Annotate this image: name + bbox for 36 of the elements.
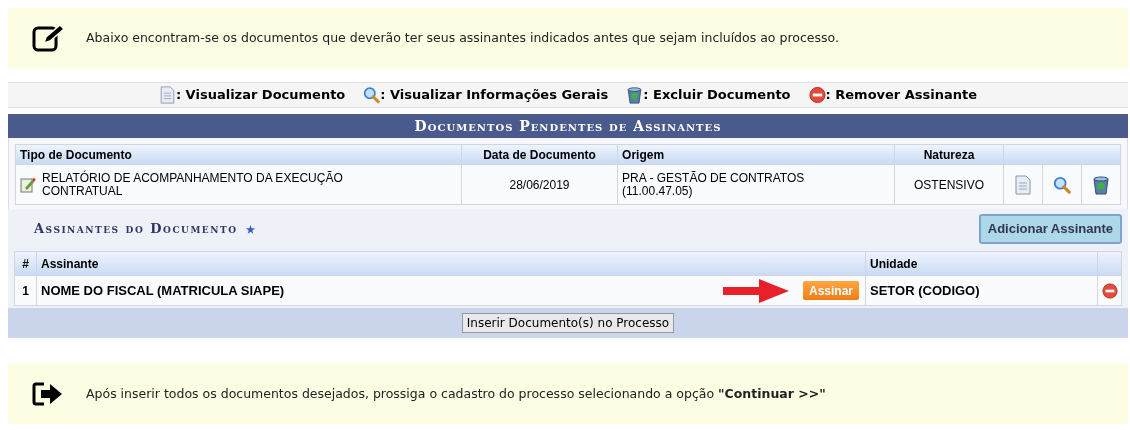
column-header: Unidade [865, 251, 1098, 276]
section-title: Documentos Pendentes de Assinantes [414, 116, 722, 136]
add-signer-button[interactable]: Adicionar Assinante [978, 214, 1122, 244]
notice-text: Após inserir todos os documentos desejados, prossiga o cadastro do processo selecionando a opção "Continuar >>" [86, 384, 826, 403]
trash-icon[interactable] [1091, 174, 1110, 195]
subsection-title: Assinantes do Documento [34, 220, 238, 239]
table-cell-text: RELATÓRIO DE ACOMPANHAMENTO DA EXECUÇÃO CONTRATUAL [42, 171, 344, 198]
row-number: 1 [22, 283, 29, 298]
column-header: Origem [617, 144, 895, 165]
arrow-icon [720, 277, 791, 304]
document-edit-icon [20, 176, 36, 193]
column-header: Data de Documento [461, 144, 618, 165]
notice-text: Abaixo encontram-se os documentos que deverão ter seus assinantes indicados antes que sejam incluídos ao processo. [86, 28, 839, 47]
edit-icon [32, 23, 66, 53]
remove-icon [808, 86, 826, 104]
legend-label: : Remover Assinante [825, 86, 978, 105]
search-icon [363, 86, 381, 104]
column-header: # [14, 251, 37, 276]
insert-documents-button[interactable]: Inserir Documento(s) no Processo [461, 313, 675, 333]
remove-icon[interactable] [1101, 282, 1118, 299]
column-header: Tipo de Documento [15, 144, 462, 165]
legend-label: : Visualizar Documento [175, 86, 346, 105]
exit-arrow-icon [32, 381, 64, 407]
legend-label: : Visualizar Informações Gerais [380, 86, 609, 105]
table-cell-text: NOME DO FISCAL (MATRICULA SIAPE) [41, 281, 285, 300]
table-cell: SETOR (CODIGO) [870, 282, 980, 298]
document-icon [158, 86, 176, 104]
table-cell-text: PRA - GESTÃO DE CONTRATOS (11.00.47.05) [622, 171, 806, 198]
column-header: Natureza [894, 144, 1004, 165]
legend-label: : Excluir Documento [643, 86, 791, 105]
star-icon [245, 224, 255, 234]
trash-icon [626, 86, 644, 104]
search-icon[interactable] [1052, 174, 1071, 195]
table-cell: OSTENSIVO [914, 177, 985, 192]
column-header: Assinante [36, 251, 866, 276]
table-cell: 28/06/2019 [509, 177, 570, 192]
